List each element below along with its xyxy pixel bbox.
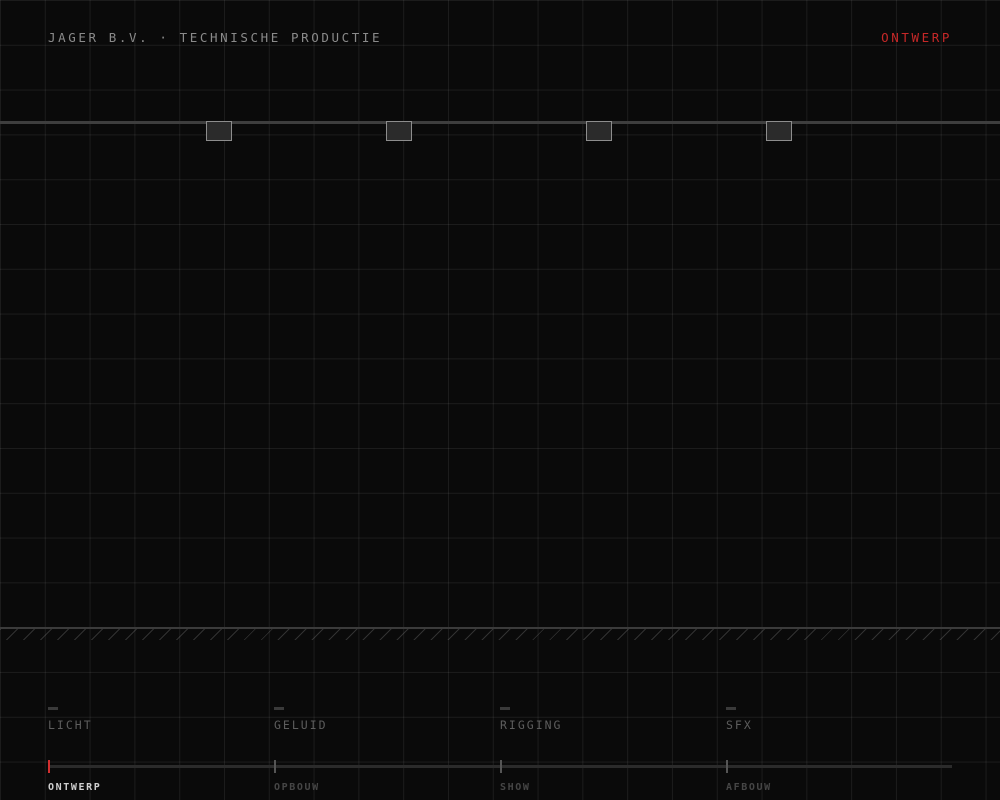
fixture-3[interactable] <box>586 121 612 141</box>
phase-ontwerp[interactable]: ONTWERP <box>48 782 101 793</box>
mode-indicator: ONTWERP <box>881 30 952 45</box>
department-label: LICHT <box>48 718 93 732</box>
department-label: RIGGING <box>500 718 563 732</box>
stage-canvas: JAGER B.V. · TECHNISCHE PRODUCTIE ONTWER… <box>0 0 1000 800</box>
department-label: GELUID <box>274 718 328 732</box>
department-indicator <box>48 707 58 710</box>
timeline-marker-opbouw[interactable] <box>274 760 276 773</box>
department-indicator <box>274 707 284 710</box>
fixture-4[interactable] <box>766 121 792 141</box>
department-rigging[interactable]: RIGGING <box>500 707 700 732</box>
phase-afbouw[interactable]: AFBOUW <box>726 782 772 793</box>
department-geluid[interactable]: GELUID <box>274 707 474 732</box>
truss-bar <box>0 121 1000 124</box>
timeline-marker-afbouw[interactable] <box>726 760 728 773</box>
department-indicator <box>500 707 510 710</box>
fixture-1[interactable] <box>206 121 232 141</box>
phase-opbouw[interactable]: OPBOUW <box>274 782 320 793</box>
department-sfx[interactable]: SFX <box>726 707 926 732</box>
stage-floor-hatch <box>0 629 1000 640</box>
timeline-marker-ontwerp[interactable] <box>48 760 50 773</box>
department-licht[interactable]: LICHT <box>48 707 248 732</box>
department-indicator <box>726 707 736 710</box>
department-label: SFX <box>726 718 753 732</box>
timeline-marker-show[interactable] <box>500 760 502 773</box>
phase-show[interactable]: SHOW <box>500 782 530 793</box>
company-title: JAGER B.V. · TECHNISCHE PRODUCTIE <box>48 30 383 45</box>
fixture-2[interactable] <box>386 121 412 141</box>
